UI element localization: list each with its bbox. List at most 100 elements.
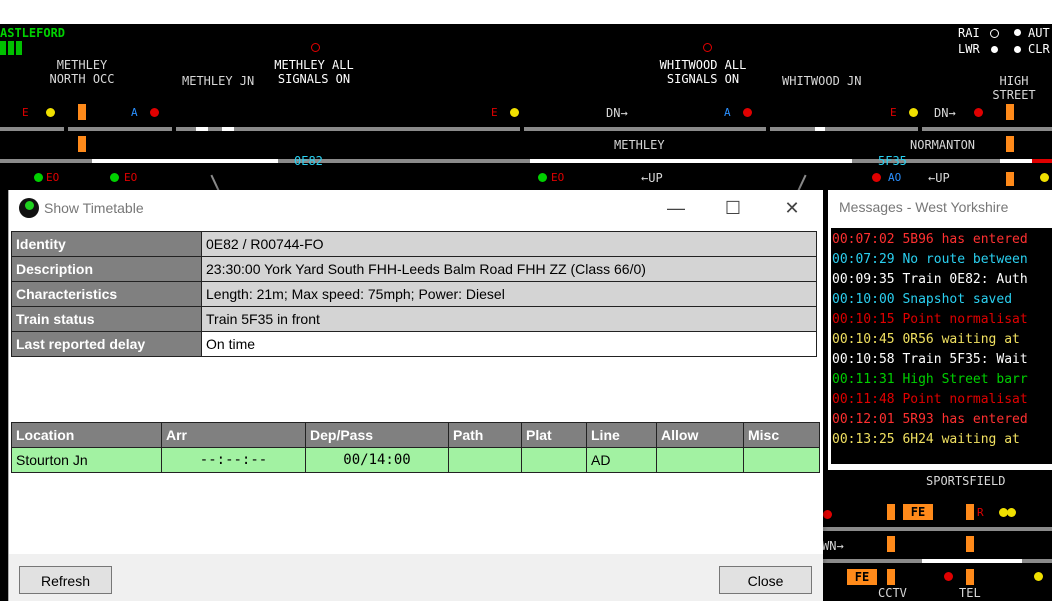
message-time: 00:10:45 (832, 332, 895, 347)
column-header-line[interactable]: Line (586, 422, 657, 448)
messages-window-title[interactable]: Messages - West Yorkshire (839, 199, 1008, 215)
track-route-segment (815, 127, 825, 131)
aut-label: AUT (1028, 26, 1050, 40)
cell-misc (743, 447, 820, 473)
signal-aspect-icon[interactable] (538, 173, 547, 182)
app-icon (19, 198, 39, 218)
signal-aspect-icon[interactable] (510, 108, 519, 117)
aut-radio-icon[interactable] (1014, 29, 1021, 36)
track-route-segment (196, 127, 208, 131)
signal-aspect-icon[interactable] (974, 108, 983, 117)
identity-key: Identity (11, 231, 202, 257)
barrier-status-icon (703, 43, 712, 52)
message-time: 00:07:29 (832, 252, 895, 267)
block-marker (966, 504, 974, 520)
train-info-table: Identity 0E82 / R00744-FO Description 23… (11, 231, 817, 357)
signal-eo-label: EO (124, 171, 138, 184)
message-text: 5R93 has entered (902, 412, 1028, 427)
delay-key: Last reported delay (11, 331, 202, 357)
close-icon[interactable]: ✕ (775, 196, 809, 220)
lwr-radio-icon[interactable] (991, 46, 998, 53)
signal-aspect-icon[interactable] (909, 108, 918, 117)
track-up-line[interactable] (0, 127, 1052, 131)
rai-radio-icon[interactable] (990, 29, 999, 38)
track-joint (64, 125, 68, 133)
column-header-misc[interactable]: Misc (743, 422, 820, 448)
signal-aspect-icon[interactable] (150, 108, 159, 117)
column-header-path[interactable]: Path (448, 422, 522, 448)
track-route-set (922, 559, 1022, 563)
column-header-arr[interactable]: Arr (161, 422, 306, 448)
characteristics-value: Length: 21m; Max speed: 75mph; Power: Di… (201, 281, 817, 307)
label-line-1: METHLEY ALL (274, 58, 354, 72)
message-text: Snapshot saved (902, 292, 1013, 307)
train-berth-0e82[interactable]: 0E82 (294, 154, 323, 168)
signal-aspect-icon[interactable] (944, 572, 953, 581)
methley-label: METHLEY (614, 138, 665, 152)
message-item: 00:10:45 0R56 waiting at (832, 332, 1020, 347)
cell-arr: --:--:-- (161, 447, 306, 473)
signal-aspect-icon[interactable] (823, 510, 832, 519)
message-text: High Street barr (902, 372, 1028, 387)
minimize-button[interactable]: — (659, 196, 693, 220)
signal-aspect-icon[interactable] (1040, 173, 1049, 182)
signal-aspect-icon[interactable] (46, 108, 55, 117)
whitwood-jn-label: WHITWOOD JN (782, 74, 862, 88)
clr-radio-icon[interactable] (1014, 46, 1021, 53)
methley-all-signals-on-button[interactable]: METHLEY ALL SIGNALS ON (266, 58, 362, 86)
signal-a-label: A (724, 106, 731, 119)
messages-list[interactable]: 00:07:02 5B96 has entered 00:07:29 No rou… (831, 228, 1052, 464)
signal-r-label: R (977, 506, 984, 519)
column-header-location[interactable]: Location (11, 422, 162, 448)
table-row[interactable]: Stourton Jn --:--:-- 00/14:00 AD (11, 447, 820, 473)
signal-aspect-icon[interactable] (110, 173, 119, 182)
block-marker (1006, 104, 1014, 120)
signal-eo-label: EO (551, 171, 565, 184)
message-item: 00:11:48 Point normalisat (832, 392, 1028, 407)
message-item: 00:11:31 High Street barr (832, 372, 1028, 387)
signal-aspect-icon[interactable] (1007, 508, 1016, 517)
label-line-1: HIGH (999, 74, 1029, 88)
column-header-dep-pass[interactable]: Dep/Pass (305, 422, 449, 448)
message-item: 00:10:15 Point normalisat (832, 312, 1028, 327)
block-marker (966, 569, 974, 585)
up-text: UP (648, 171, 663, 185)
identity-value: 0E82 / R00744-FO (201, 231, 817, 257)
close-button[interactable]: Close (719, 566, 812, 594)
track-occupied (1032, 159, 1052, 163)
track-up-line[interactable] (822, 527, 1052, 531)
timetable-table: Location Arr Dep/Pass Path Plat Line All… (11, 422, 820, 473)
track-joint (520, 125, 524, 133)
track-route-set (1000, 159, 1032, 163)
track-joint (918, 125, 922, 133)
signal-aspect-icon[interactable] (743, 108, 752, 117)
delay-value: On time (201, 331, 817, 357)
maximize-button[interactable]: ☐ (716, 196, 750, 220)
signal-aspect-icon[interactable] (872, 173, 881, 182)
label-line-1: METHLEY (56, 58, 108, 72)
label-line-2: NORTH OCC (49, 72, 115, 86)
track-joint (766, 125, 770, 133)
column-header-allow[interactable]: Allow (656, 422, 744, 448)
description-key: Description (11, 256, 202, 282)
window-title: Show Timetable (44, 200, 144, 216)
table-header-row: Location Arr Dep/Pass Path Plat Line All… (11, 422, 820, 448)
window-body: Identity 0E82 / R00744-FO Description 23… (9, 226, 823, 601)
signal-aspect-icon[interactable] (1034, 572, 1043, 581)
refresh-button[interactable]: Refresh (19, 566, 112, 594)
message-item: 00:10:58 Train 5F35: Wait (832, 352, 1028, 367)
signal-aspect-icon[interactable] (34, 173, 43, 182)
message-item: 00:13:25 6H24 waiting at (832, 432, 1020, 447)
lwr-label: LWR (958, 42, 980, 56)
dn-text: DN (934, 106, 949, 120)
train-status-key: Train status (11, 306, 202, 332)
message-text: Train 0E82: Auth (902, 272, 1028, 287)
column-header-plat[interactable]: Plat (521, 422, 587, 448)
train-berth-5f35[interactable]: 5F35 (878, 154, 907, 168)
whitwood-all-signals-on-button[interactable]: WHITWOOD ALL SIGNALS ON (650, 58, 756, 86)
sportsfield-label: SPORTSFIELD (926, 474, 1006, 488)
button-bar: Refresh Close (9, 554, 823, 601)
window-titlebar[interactable]: Show Timetable — ☐ ✕ (9, 190, 823, 226)
timetable-window: Show Timetable — ☐ ✕ Identity 0E82 / R00… (8, 190, 823, 601)
info-row: Identity 0E82 / R00744-FO (11, 231, 817, 257)
